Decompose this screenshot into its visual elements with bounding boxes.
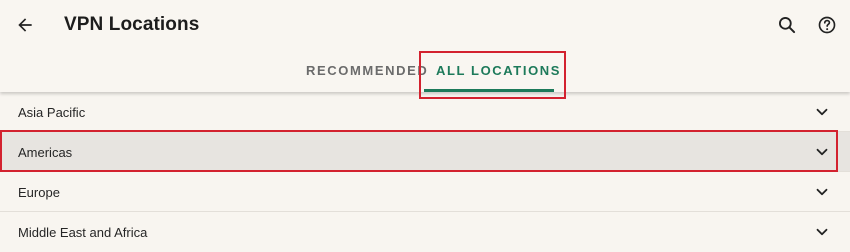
arrow-left-icon [18,18,32,32]
row-highlight-box [0,130,838,172]
region-row-europe[interactable]: Europe [0,172,850,212]
tab-highlight-box [419,51,566,99]
chevron-down-icon [816,228,828,236]
search-icon [779,17,796,34]
search-button[interactable] [775,13,799,37]
chevron-down-icon [816,188,828,196]
chevron-down-icon [816,108,828,116]
region-label: Asia Pacific [18,105,86,120]
help-circle-icon [818,16,836,34]
back-button[interactable] [12,12,38,38]
region-label: Middle East and Africa [18,225,148,240]
region-row-middle-east-africa[interactable]: Middle East and Africa [0,212,850,252]
page-title: VPN Locations [64,14,200,35]
region-label: Europe [18,185,60,200]
tab-recommended[interactable]: RECOMMENDED [306,63,428,78]
help-button[interactable] [815,13,839,37]
